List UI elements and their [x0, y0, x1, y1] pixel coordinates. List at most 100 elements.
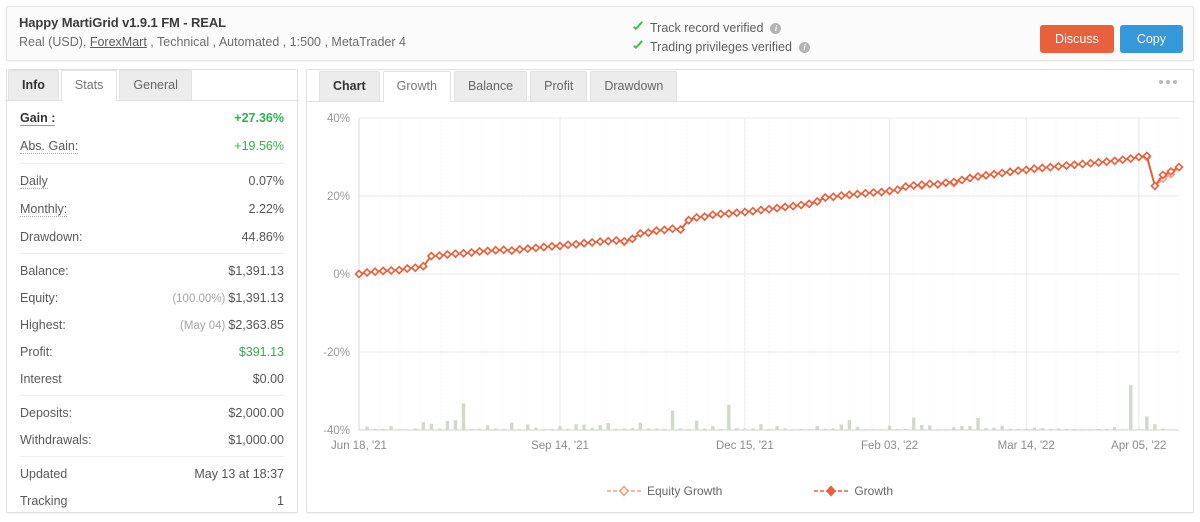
stat-label: Tracking [20, 494, 68, 508]
stat-row: Tracking 1 [20, 487, 284, 514]
stat-value: $0.00 [252, 372, 284, 386]
stat-value: 2.22% [248, 202, 284, 216]
legend-marker-icon [606, 485, 641, 497]
account-header: Happy MartiGrid v1.9.1 FM - REAL Real (U… [6, 6, 1194, 61]
svg-text:Mar 14, '22: Mar 14, '22 [998, 440, 1055, 452]
verified-track-record-label: Track record verified [650, 21, 764, 35]
divider [20, 395, 284, 396]
stats-tabs: Info Stats General [7, 70, 297, 101]
stat-row: Deposits: $2,000.00 [20, 399, 284, 426]
info-icon[interactable]: i [798, 42, 810, 53]
stat-value-wrap: 1 [277, 494, 284, 508]
stat-value: $2,363.85 [228, 318, 284, 332]
stat-row: Interest $0.00 [20, 365, 284, 392]
header-actions: Discuss Copy [1040, 25, 1183, 53]
stat-label: Profit: [20, 345, 53, 359]
tab-stats[interactable]: Stats [60, 70, 118, 101]
account-meta: Real (USD), ForexMart , Technical , Auto… [19, 33, 1183, 52]
stat-value-wrap: 2.22% [249, 202, 284, 216]
discuss-button[interactable]: Discuss [1040, 25, 1114, 53]
stat-value: May 13 at 18:37 [194, 467, 284, 481]
tab-balance[interactable]: Balance [453, 71, 528, 101]
stat-row: Monthly: 2.22% [20, 195, 284, 223]
divider [20, 456, 284, 457]
verified-track-record: Track record verified i [632, 19, 810, 38]
chart-legend: Equity Growth Growth [307, 484, 1193, 498]
stat-value-wrap: $391.13 [239, 345, 284, 359]
legend-item[interactable]: Growth [814, 484, 893, 498]
stat-row: Balance: $1,391.13 [20, 257, 284, 284]
stats-list: Gain : +27.36% Abs. Gain: +19.56% Daily 0.07%… [7, 101, 297, 514]
check-icon [632, 41, 645, 54]
svg-text:-40%: -40% [323, 425, 350, 437]
verified-trading-privileges: Trading privileges verified i [632, 38, 810, 57]
svg-text:Feb 03, '22: Feb 03, '22 [861, 440, 918, 452]
divider [20, 253, 284, 254]
stat-value-wrap: (100.00%) $1,391.13 [172, 291, 284, 305]
account-meta-pre: Real (USD), [19, 35, 90, 49]
stat-label: Balance: [20, 264, 69, 278]
stat-value-wrap: May 13 at 18:37 [194, 467, 284, 481]
tab-general[interactable]: General [119, 70, 192, 100]
broker-link[interactable]: ForexMart [90, 35, 147, 49]
content-area: Info Stats General Gain : +27.36% Abs. Gain:… [6, 69, 1194, 513]
stat-row: Highest: (May 04) $2,363.85 [20, 311, 284, 338]
plot-area: 40% 20% 0% -20% -40% Jun 18, '21 Sep 14, '21 De… [307, 102, 1193, 512]
stat-label: Deposits: [20, 406, 73, 420]
tab-growth[interactable]: Growth [382, 71, 451, 102]
stat-value-wrap: $0.00 [253, 372, 284, 386]
svg-text:0%: 0% [333, 269, 350, 281]
stats-panel: Info Stats General Gain : +27.36% Abs. Gain:… [6, 69, 298, 513]
stat-row: Gain : +27.36% [20, 104, 284, 132]
tab-drawdown[interactable]: Drawdown [590, 71, 678, 101]
stat-label[interactable]: Daily [20, 174, 48, 189]
stat-value-wrap: (May 04) $2,363.85 [180, 318, 284, 332]
stat-row: Drawdown: 44.86% [20, 223, 284, 250]
stat-row: Withdrawals: $1,000.00 [20, 426, 284, 453]
stat-label[interactable]: Gain : [20, 111, 56, 126]
kebab-menu-icon[interactable] [1159, 80, 1177, 84]
stat-value: +27.36% [234, 111, 284, 125]
stat-value: 44.86% [241, 230, 284, 244]
check-icon [632, 22, 645, 35]
info-icon[interactable]: i [770, 23, 782, 34]
stat-note: (100.00%) [172, 293, 226, 305]
chart-tabs: Chart Growth Balance Profit Drawdown [307, 70, 1193, 102]
copy-button[interactable]: Copy [1119, 25, 1183, 53]
tab-info[interactable]: Info [8, 70, 59, 100]
divider [20, 163, 284, 164]
stat-row: Daily 0.07% [20, 167, 284, 195]
svg-text:Apr 05, '22: Apr 05, '22 [1111, 440, 1166, 452]
stat-value: +19.56% [234, 139, 284, 153]
stat-value-wrap: $2,000.00 [228, 406, 284, 420]
stat-label[interactable]: Monthly: [20, 202, 68, 217]
stat-row: Abs. Gain: +19.56% [20, 132, 284, 160]
stat-value: $1,000.00 [228, 433, 284, 447]
stat-label: Withdrawals: [20, 433, 92, 447]
svg-text:Jun 18, '21: Jun 18, '21 [331, 440, 387, 452]
stat-value: 0.07% [248, 174, 284, 188]
stat-value-wrap: +19.56% [234, 139, 284, 153]
stat-value: $1,391.13 [228, 264, 284, 278]
growth-chart: 40% 20% 0% -20% -40% Jun 18, '21 Sep 14, '21 De… [323, 113, 1184, 452]
verified-trading-privileges-label: Trading privileges verified [650, 40, 792, 54]
tab-profit[interactable]: Profit [530, 71, 588, 101]
svg-text:40%: 40% [327, 113, 350, 125]
legend-label: Equity Growth [646, 484, 723, 498]
legend-item[interactable]: Equity Growth [606, 484, 723, 498]
page-title: Happy MartiGrid v1.9.1 FM - REAL [19, 15, 227, 30]
stat-label: Equity: [20, 291, 59, 305]
legend-marker-icon [814, 485, 849, 497]
stat-row: Updated May 13 at 18:37 [20, 460, 284, 487]
chart-panel: Chart Growth Balance Profit Drawdown 40% 20% 0… [306, 69, 1194, 513]
account-meta-post: , Technical , Automated , 1:500 , MetaTr… [146, 35, 406, 49]
svg-text:-20%: -20% [323, 347, 350, 359]
stat-value: $391.13 [238, 345, 284, 359]
stat-value-wrap: 44.86% [242, 230, 284, 244]
stat-value-wrap: +27.36% [234, 111, 284, 125]
stat-row: Equity: (100.00%) $1,391.13 [20, 284, 284, 311]
stat-label[interactable]: Abs. Gain: [20, 139, 79, 154]
tab-chart[interactable]: Chart [319, 71, 380, 101]
profile-page: Happy MartiGrid v1.9.1 FM - REAL Real (U… [0, 0, 1200, 522]
stat-value-wrap: $1,391.13 [228, 264, 284, 278]
